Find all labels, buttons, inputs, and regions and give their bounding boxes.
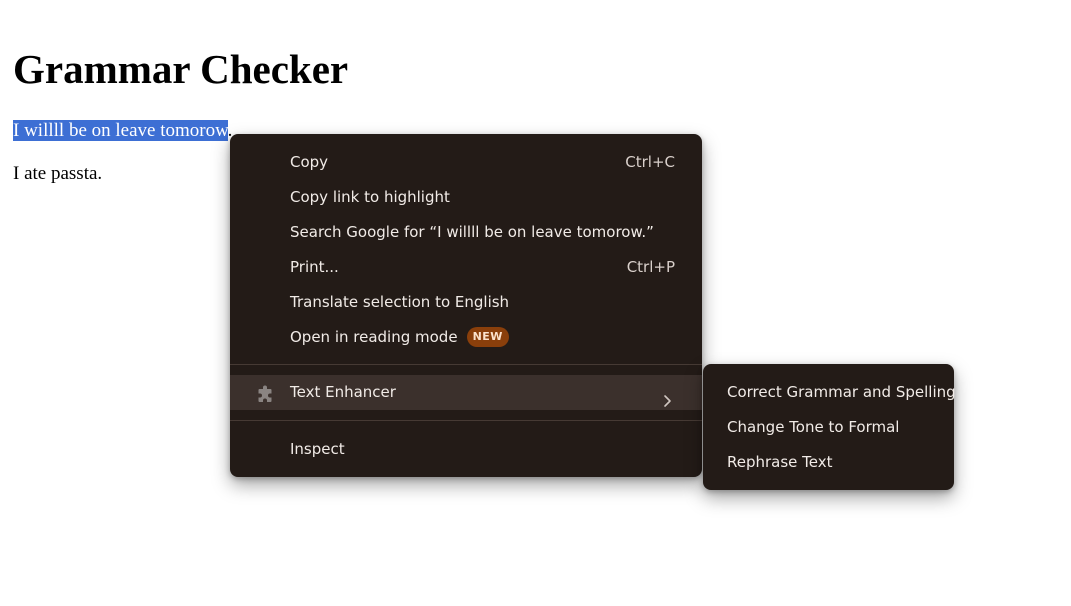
menu-item-print[interactable]: Print... Ctrl+P [230,250,702,285]
menu-item-label: Open in reading mode [290,328,458,346]
menu-item-label-group: Open in reading mode NEW [290,320,509,355]
menu-item-label: Copy link to highlight [290,188,450,206]
menu-item-open-reading-mode[interactable]: Open in reading mode NEW [230,320,702,355]
menu-item-copy-link-to-highlight[interactable]: Copy link to highlight [230,180,702,215]
selected-text[interactable]: I willll be on leave tomorow [13,120,228,141]
menu-separator [230,420,702,421]
new-badge: NEW [466,327,509,347]
text-selection[interactable]: I willll be on leave tomorow [13,120,228,141]
submenu-item-label: Change Tone to Formal [727,418,900,436]
menu-item-label: Print... [290,258,339,276]
menu-item-text-enhancer[interactable]: Text Enhancer [230,375,702,410]
chevron-right-icon [662,386,672,407]
menu-item-inspect[interactable]: Inspect [230,432,702,467]
page-title: Grammar Checker [13,46,349,92]
submenu-item-label: Rephrase Text [727,453,833,471]
menu-item-search-google[interactable]: Search Google for “I willll be on leave … [230,215,702,250]
menu-item-label: Search Google for “I willll be on leave … [290,223,654,241]
menu-item-label: Copy [290,153,329,171]
submenu-item-rephrase-text[interactable]: Rephrase Text [703,445,954,480]
menu-separator [230,364,702,365]
menu-item-label: Inspect [290,440,345,458]
puzzle-piece-icon [255,383,275,403]
text-enhancer-submenu: Correct Grammar and Spelling Change Tone… [703,364,956,490]
context-menu: Copy Ctrl+C Copy link to highlight Searc… [230,134,702,477]
menu-item-shortcut: Ctrl+C [625,153,675,171]
menu-item-shortcut: Ctrl+P [626,258,675,276]
submenu-item-change-tone[interactable]: Change Tone to Formal [703,410,954,445]
menu-item-label: Translate selection to English [290,293,510,311]
menu-item-label: Text Enhancer [290,383,396,401]
selected-paragraph[interactable]: I willll be on leave tomorow. [13,120,232,142]
menu-item-copy[interactable]: Copy Ctrl+C [230,145,702,180]
submenu-item-label: Correct Grammar and Spelling [727,383,956,401]
second-paragraph: I ate passta. [13,163,103,184]
menu-item-translate-selection[interactable]: Translate selection to English [230,285,702,320]
submenu-item-correct-grammar[interactable]: Correct Grammar and Spelling [703,375,956,410]
